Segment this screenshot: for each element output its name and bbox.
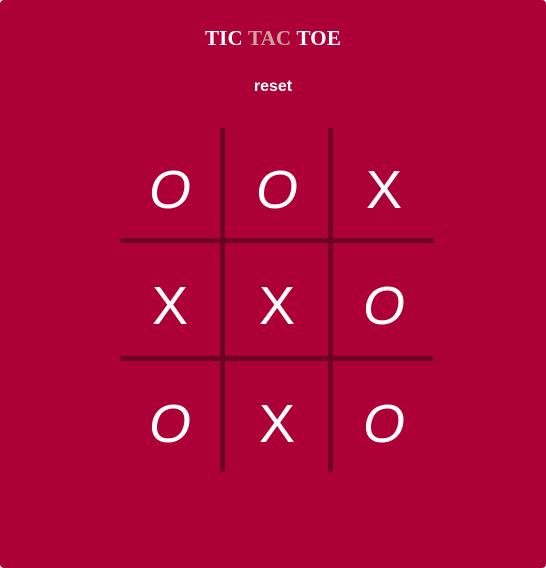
board-gridline-vertical-1	[220, 128, 225, 472]
cell-mark: X	[151, 276, 189, 336]
board-cell-6[interactable]: O	[334, 256, 434, 356]
title-tic: TIC	[204, 26, 243, 50]
board-gridline-horizontal-2	[120, 356, 434, 361]
board-cell-9[interactable]: O	[334, 374, 434, 474]
cell-mark: O	[148, 394, 191, 454]
board-cell-2[interactable]: O	[227, 140, 327, 240]
title-tac: TAC	[247, 26, 292, 50]
title-toe: TOE	[296, 26, 342, 50]
game-title: TIC TAC TOE	[0, 26, 546, 50]
cell-mark: X	[258, 276, 296, 336]
reset-button[interactable]: reset	[223, 74, 323, 100]
cell-mark: O	[148, 160, 191, 220]
board-cell-5[interactable]: X	[227, 256, 327, 356]
cell-mark: X	[258, 394, 296, 454]
board-gridline-vertical-2	[328, 128, 333, 472]
cell-mark: O	[255, 160, 298, 220]
cell-mark: X	[365, 160, 403, 220]
board-cell-4[interactable]: X	[120, 256, 220, 356]
board-cell-1[interactable]: O	[120, 140, 220, 240]
board-cell-7[interactable]: O	[120, 374, 220, 474]
game-board: O O X X X O O X O	[120, 128, 434, 472]
game-container: TIC TAC TOE reset O O X X X O O X O	[0, 0, 546, 568]
cell-mark: O	[362, 276, 405, 336]
board-cell-3[interactable]: X	[334, 140, 434, 240]
cell-mark: O	[362, 394, 405, 454]
board-cell-8[interactable]: X	[227, 374, 327, 474]
